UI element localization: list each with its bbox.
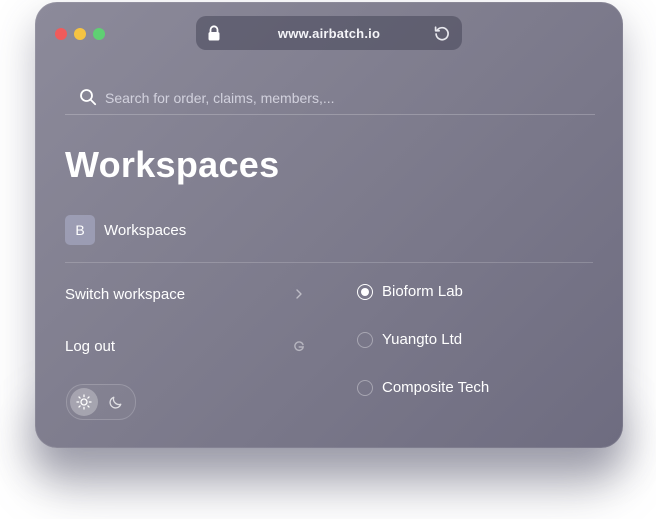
radio-button[interactable]	[357, 331, 373, 348]
workspace-option[interactable]: Yuangto Ltd	[357, 331, 462, 348]
workspace-option-label: Bioform Lab	[382, 283, 463, 300]
page-title: Workspaces	[65, 144, 280, 185]
reload-icon[interactable]	[433, 24, 451, 42]
lock-icon	[208, 25, 220, 41]
workspace-option-label: Composite Tech	[382, 379, 490, 396]
current-workspace: B Workspaces	[65, 215, 186, 245]
switch-workspace-item[interactable]: Switch workspace	[65, 282, 305, 306]
log-out-item[interactable]: Log out	[65, 334, 305, 358]
workspace-avatar: B	[65, 215, 95, 245]
workspace-option-label: Yuangto Ltd	[382, 331, 463, 348]
window-controls	[55, 28, 105, 40]
workspace-option[interactable]: Bioform Lab	[357, 283, 463, 300]
sun-icon	[76, 394, 92, 410]
radio-button[interactable]	[357, 379, 373, 396]
close-window-button[interactable]	[55, 28, 67, 40]
current-workspace-label: Workspaces	[104, 221, 187, 239]
light-theme-button[interactable]	[70, 388, 98, 416]
search-icon	[80, 89, 97, 106]
radio-button[interactable]	[357, 283, 373, 300]
maximize-window-button[interactable]	[93, 28, 105, 40]
search-bar	[65, 84, 595, 115]
chevron-right-icon	[296, 289, 302, 299]
browser-window: www.airbatch.io Workspaces B Workspaces …	[35, 2, 623, 448]
log-out-label: Log out	[65, 337, 116, 355]
url-text: www.airbatch.io	[277, 25, 381, 41]
switch-workspace-label: Switch workspace	[65, 285, 186, 303]
theme-toggle	[66, 384, 136, 420]
minimize-window-button[interactable]	[74, 28, 86, 40]
search-input[interactable]	[105, 87, 575, 109]
moon-icon	[109, 396, 122, 409]
address-bar[interactable]: www.airbatch.io	[196, 16, 462, 50]
google-icon	[294, 341, 305, 351]
workspace-option[interactable]: Composite Tech	[357, 379, 489, 396]
dark-theme-button[interactable]	[102, 388, 130, 416]
divider	[65, 262, 593, 263]
